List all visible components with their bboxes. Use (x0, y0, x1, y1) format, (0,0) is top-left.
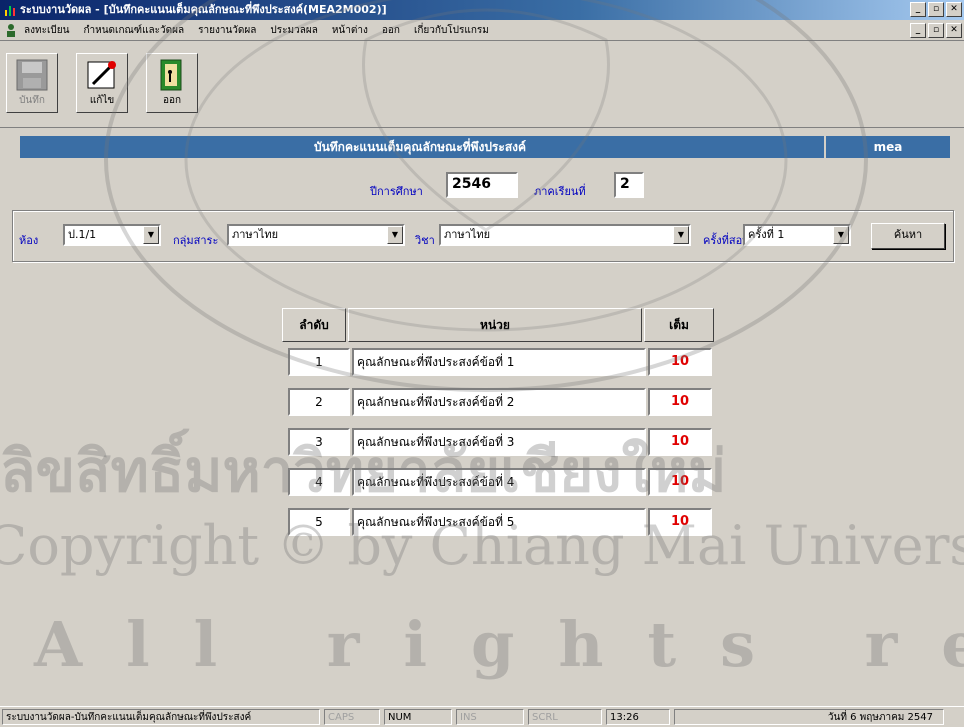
group-select[interactable]: ภาษาไทย ▼ (227, 224, 405, 246)
table-cell-full-score[interactable]: 10 (648, 348, 712, 376)
table-cell-unit[interactable]: คุณลักษณะที่พึงประสงค์ข้อที่ 4 (352, 468, 646, 496)
column-header-full: เต็ม (644, 308, 714, 342)
table-cell-unit[interactable]: คุณลักษณะที่พึงประสงค์ข้อที่ 1 (352, 348, 646, 376)
child-minimize-button[interactable]: _ (910, 23, 926, 38)
term-field[interactable]: 2 (614, 172, 644, 198)
filter-panel: ห้อง ป.1/1 ▼ กลุ่มสาระ ภาษาไทย ▼ วิชา ภา… (12, 210, 954, 262)
menu-item[interactable]: เกี่ยวกับโปรแกรม (414, 23, 489, 38)
child-maximize-button[interactable]: ▫ (928, 23, 944, 38)
column-header-order: ลำดับ (282, 308, 346, 342)
subject-select[interactable]: ภาษาไทย ▼ (439, 224, 691, 246)
table-cell-unit[interactable]: คุณลักษณะที่พึงประสงค์ข้อที่ 2 (352, 388, 646, 416)
chevron-down-icon[interactable]: ▼ (387, 226, 403, 244)
save-label: บันทึก (19, 95, 45, 106)
menu-item[interactable]: ลงทะเบียน (24, 23, 69, 38)
subject-select-value: ภาษาไทย (444, 228, 491, 241)
toolbar: บันทึก แก้ไข ออก (0, 41, 964, 128)
save-icon (16, 59, 48, 91)
minimize-button[interactable]: _ (910, 2, 926, 17)
room-label: ห้อง (19, 234, 39, 247)
exam-select-value: ครั้งที่ 1 (748, 228, 785, 241)
form-content: บันทึกคะแนนเต็มคุณลักษณะที่พึงประสงค์ me… (0, 0, 964, 700)
form-title: บันทึกคะแนนเต็มคุณลักษณะที่พึงประสงค์ (313, 140, 527, 154)
status-caps: CAPS (324, 709, 380, 725)
table-cell-unit[interactable]: คุณลักษณะที่พึงประสงค์ข้อที่ 5 (352, 508, 646, 536)
room-select[interactable]: ป.1/1 ▼ (63, 224, 161, 246)
menu-item[interactable]: กำหนดเกณฑ์และวัดผล (83, 23, 184, 38)
chevron-down-icon[interactable]: ▼ (143, 226, 159, 244)
maximize-button[interactable]: ▫ (928, 2, 944, 17)
status-ins: INS (456, 709, 524, 725)
exit-button[interactable]: ออก (146, 53, 198, 113)
edit-button[interactable]: แก้ไข (76, 53, 128, 113)
status-scrl: SCRL (528, 709, 602, 725)
search-button[interactable]: ค้นหา (871, 223, 945, 249)
user-icon (7, 24, 15, 37)
status-form-name: ระบบงานวัดผล-บันทึกคะแนนเต็มคุณลักษณะที่… (2, 709, 320, 725)
chevron-down-icon[interactable]: ▼ (673, 226, 689, 244)
menu-items: ลงทะเบียน กำหนดเกณฑ์และวัดผล รายงานวัดผล ปร… (24, 23, 489, 38)
status-date: วันที่ 6 พฤษภาคม 2547 (674, 709, 944, 725)
close-button[interactable]: ✕ (946, 2, 962, 17)
subject-label: วิชา (415, 234, 435, 247)
menu-item[interactable]: หน้าต่าง (332, 23, 368, 38)
table-cell-order[interactable]: 5 (288, 508, 350, 536)
group-select-value: ภาษาไทย (232, 228, 279, 241)
exam-select[interactable]: ครั้งที่ 1 ▼ (743, 224, 851, 246)
table-cell-order[interactable]: 4 (288, 468, 350, 496)
term-label: ภาคเรียนที่ (534, 185, 586, 198)
menu-item[interactable]: รายงานวัดผล (198, 23, 256, 38)
year-label: ปีการศึกษา (370, 185, 423, 198)
year-field[interactable]: 2546 (446, 172, 518, 198)
menu-item[interactable]: ประมวลผล (270, 23, 317, 38)
table-cell-order[interactable]: 2 (288, 388, 350, 416)
window-title: ระบบงานวัดผล - [บันทึกคะแนนเต็มคุณลักษณะ… (20, 3, 387, 16)
table-cell-full-score[interactable]: 10 (648, 468, 712, 496)
form-banner: บันทึกคะแนนเต็มคุณลักษณะที่พึงประสงค์ me… (20, 136, 950, 158)
menu-bar: ลงทะเบียน กำหนดเกณฑ์และวัดผล รายงานวัดผล ปร… (0, 20, 964, 41)
table-cell-full-score[interactable]: 10 (648, 388, 712, 416)
save-button[interactable]: บันทึก (6, 53, 58, 113)
table-cell-order[interactable]: 1 (288, 348, 350, 376)
chevron-down-icon[interactable]: ▼ (833, 226, 849, 244)
column-header-unit: หน่วย (348, 308, 642, 342)
edit-icon (87, 61, 116, 89)
menu-item[interactable]: ออก (382, 23, 400, 38)
room-select-value: ป.1/1 (68, 228, 97, 241)
group-label: กลุ่มสาระ (173, 234, 219, 247)
exit-label: ออก (162, 95, 182, 106)
child-close-button[interactable]: ✕ (946, 23, 962, 38)
user-name: mea (873, 140, 903, 154)
edit-label: แก้ไข (89, 95, 115, 106)
window-titlebar: ระบบงานวัดผล - [บันทึกคะแนนเต็มคุณลักษณะ… (0, 0, 964, 20)
table-cell-unit[interactable]: คุณลักษณะที่พึงประสงค์ข้อที่ 3 (352, 428, 646, 456)
watermark-rights: All rights reserved (34, 608, 964, 681)
status-time: 13:26 (606, 709, 670, 725)
status-bar: ระบบงานวัดผล-บันทึกคะแนนเต็มคุณลักษณะที่… (0, 706, 964, 727)
table-cell-order[interactable]: 3 (288, 428, 350, 456)
app-icon (5, 6, 15, 16)
table-cell-full-score[interactable]: 10 (648, 508, 712, 536)
exit-door-icon (160, 59, 182, 91)
table-cell-full-score[interactable]: 10 (648, 428, 712, 456)
status-num: NUM (384, 709, 452, 725)
